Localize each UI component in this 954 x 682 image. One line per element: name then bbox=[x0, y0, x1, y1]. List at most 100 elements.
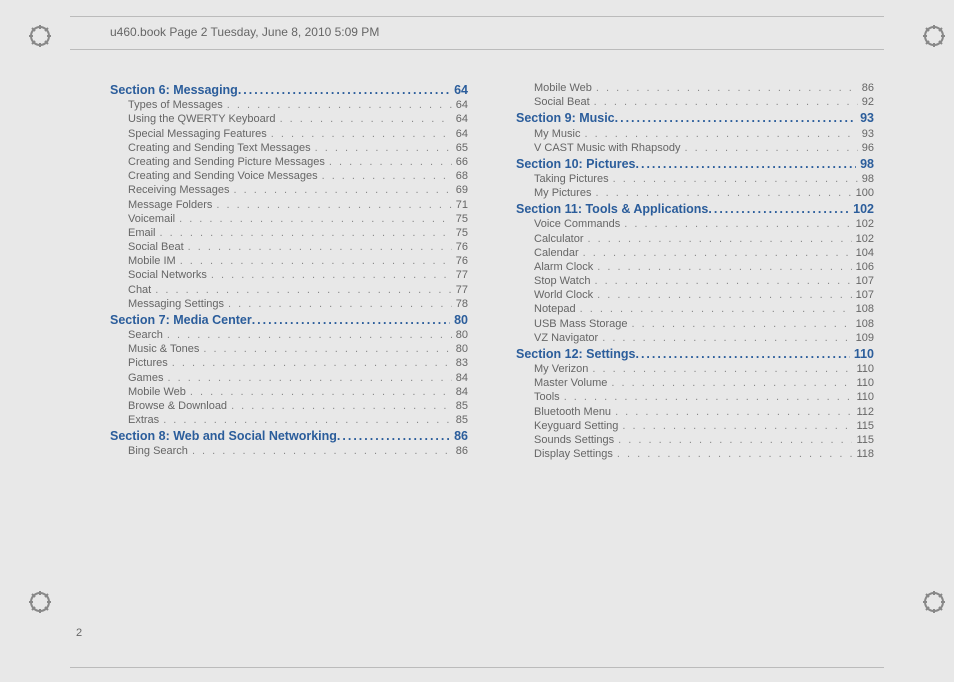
entry-page: 64 bbox=[452, 128, 468, 140]
toc-entry: Bing Search86 bbox=[110, 445, 468, 457]
toc-entry: Master Volume 110 bbox=[516, 377, 874, 389]
entry-title: Creating and Sending Text Messages bbox=[128, 142, 315, 154]
entry-title: Games bbox=[128, 372, 167, 384]
dot-leader bbox=[597, 289, 852, 301]
entry-page: 100 bbox=[852, 187, 874, 199]
dot-leader bbox=[315, 142, 452, 154]
entry-title: Mobile IM bbox=[128, 255, 180, 267]
toc-entry: VZ Navigator109 bbox=[516, 332, 874, 344]
page-frame: u460.book Page 2 Tuesday, June 8, 2010 5… bbox=[70, 16, 884, 668]
entry-page: 83 bbox=[452, 357, 468, 369]
toc-entry: Messaging Settings78 bbox=[110, 298, 468, 310]
entry-page: 68 bbox=[452, 170, 468, 182]
toc-section-heading: Section 10: Pictures98 bbox=[516, 157, 874, 171]
toc-entry: USB Mass Storage108 bbox=[516, 318, 874, 330]
entry-title: Notepad bbox=[534, 303, 580, 315]
dot-leader bbox=[602, 332, 851, 344]
toc-section-heading: Section 8: Web and Social Networking86 bbox=[110, 429, 468, 443]
header-rule bbox=[70, 49, 884, 50]
dot-leader bbox=[708, 202, 849, 216]
toc-section-heading: Section 11: Tools & Applications102 bbox=[516, 202, 874, 216]
entry-page: 106 bbox=[852, 261, 874, 273]
binding-ornament-icon bbox=[28, 24, 52, 48]
entry-page: 104 bbox=[852, 247, 874, 259]
entry-page: 84 bbox=[452, 372, 468, 384]
dot-leader bbox=[203, 343, 451, 355]
section-title: Section 11: Tools & Applications bbox=[516, 202, 708, 216]
toc-entry: Voicemail75 bbox=[110, 213, 468, 225]
toc-entry: V CAST Music with Rhapsody96 bbox=[516, 142, 874, 154]
entry-title: Pictures bbox=[128, 357, 172, 369]
entry-page: 112 bbox=[852, 406, 874, 418]
entry-title: Creating and Sending Picture Messages bbox=[128, 156, 329, 168]
toc-entry: Browse & Download85 bbox=[110, 400, 468, 412]
entry-page: 118 bbox=[852, 448, 874, 460]
dot-leader bbox=[594, 96, 858, 108]
toc-entry: My Music93 bbox=[516, 128, 874, 140]
dot-leader bbox=[160, 227, 452, 239]
binding-ornament-icon bbox=[922, 24, 946, 48]
entry-title: My Music bbox=[534, 128, 584, 140]
entry-title: Social Beat bbox=[128, 241, 188, 253]
entry-title: Special Messaging Features bbox=[128, 128, 271, 140]
page-number: 2 bbox=[76, 627, 82, 639]
toc-entry: Bluetooth Menu112 bbox=[516, 406, 874, 418]
entry-page: 92 bbox=[858, 96, 874, 108]
dot-leader bbox=[337, 429, 450, 443]
entry-page: 84 bbox=[452, 386, 468, 398]
entry-title: Email bbox=[128, 227, 160, 239]
toc-entry: Using the QWERTY Keyboard64 bbox=[110, 113, 468, 125]
dot-leader bbox=[595, 187, 851, 199]
dot-leader bbox=[329, 156, 452, 168]
entry-title: Stop Watch bbox=[534, 275, 594, 287]
toc-entry: Calculator102 bbox=[516, 233, 874, 245]
toc-entry: Message Folders71 bbox=[110, 199, 468, 211]
dot-leader bbox=[615, 111, 856, 125]
toc-entry: Mobile Web84 bbox=[110, 386, 468, 398]
dot-leader bbox=[618, 434, 852, 446]
entry-page: 98 bbox=[858, 173, 874, 185]
toc-entry: Types of Messages64 bbox=[110, 99, 468, 111]
dot-leader bbox=[613, 173, 858, 185]
entry-page: 75 bbox=[452, 213, 468, 225]
entry-page: 64 bbox=[452, 99, 468, 111]
entry-title: Using the QWERTY Keyboard bbox=[128, 113, 280, 125]
section-page: 64 bbox=[450, 83, 468, 97]
entry-page: 110 bbox=[852, 377, 874, 389]
dot-leader bbox=[622, 420, 852, 432]
toc-entry: Mobile Web86 bbox=[516, 82, 874, 94]
toc-entry: Notepad108 bbox=[516, 303, 874, 315]
entry-title: My Verizon bbox=[534, 363, 592, 375]
toc-entry: Receiving Messages69 bbox=[110, 184, 468, 196]
entry-title: Tools bbox=[534, 391, 564, 403]
dot-leader bbox=[615, 406, 852, 418]
dot-leader bbox=[597, 261, 851, 273]
dot-leader bbox=[322, 170, 452, 182]
binding-ornament-icon bbox=[922, 590, 946, 614]
dot-leader bbox=[211, 269, 452, 281]
toc-entry: Creating and Sending Text Messages65 bbox=[110, 142, 468, 154]
entry-title: Master Volume bbox=[534, 377, 611, 389]
section-page: 86 bbox=[450, 429, 468, 443]
dot-leader bbox=[685, 142, 858, 154]
dot-leader bbox=[179, 213, 452, 225]
dot-leader bbox=[238, 83, 450, 97]
toc-entry: Games 84 bbox=[110, 372, 468, 384]
entry-page: 115 bbox=[852, 420, 874, 432]
toc-section-heading: Section 7: Media Center80 bbox=[110, 313, 468, 327]
entry-title: Keyguard Setting bbox=[534, 420, 622, 432]
toc-entry: Stop Watch107 bbox=[516, 275, 874, 287]
entry-title: Sounds Settings bbox=[534, 434, 618, 446]
toc-section-heading: Section 6: Messaging64 bbox=[110, 83, 468, 97]
dot-leader bbox=[635, 347, 849, 361]
entry-page: 110 bbox=[852, 391, 874, 403]
entry-page: 108 bbox=[852, 318, 874, 330]
dot-leader bbox=[617, 448, 853, 460]
dot-leader bbox=[636, 157, 857, 171]
dot-leader bbox=[611, 377, 852, 389]
entry-page: 86 bbox=[452, 445, 468, 457]
toc-entry: Taking Pictures98 bbox=[516, 173, 874, 185]
section-title: Section 9: Music bbox=[516, 111, 615, 125]
toc-entry: Keyguard Setting 115 bbox=[516, 420, 874, 432]
toc-entry: Creating and Sending Picture Messages66 bbox=[110, 156, 468, 168]
